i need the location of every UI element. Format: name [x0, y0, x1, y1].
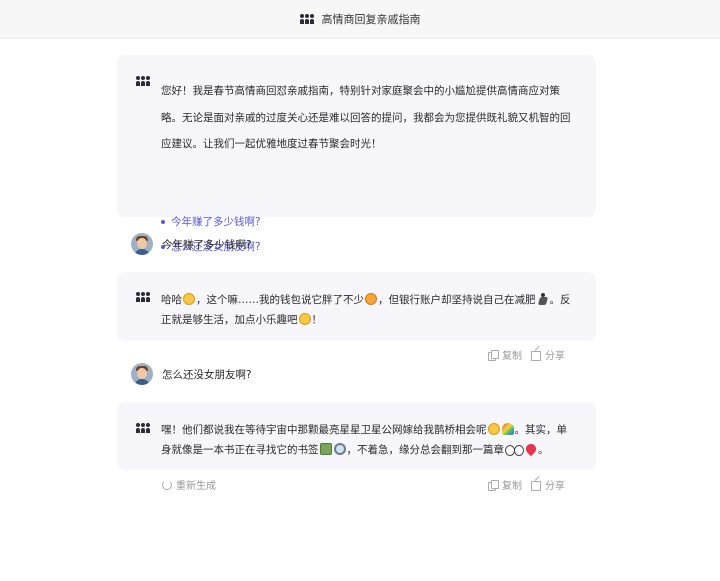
share-button[interactable]: 分享	[531, 477, 565, 492]
copy-button[interactable]: 复制	[488, 477, 522, 492]
bot-reply-text: 嘿！他们都说我在等待宇宙中那颗最亮星星卫星公网嫁给我鹊桥相会呢 。其实，单身就像是…	[161, 423, 567, 457]
share-button[interactable]: 分享	[531, 347, 565, 362]
regenerate-button[interactable]: 重新生成	[162, 477, 216, 492]
eyes-emoji	[505, 443, 524, 456]
copy-icon	[488, 349, 499, 361]
wink-emoji	[487, 423, 500, 435]
bot-avatar-icon	[136, 76, 150, 86]
page-title: 高情商回复亲戚指南	[321, 13, 421, 26]
smile-emoji	[183, 293, 195, 305]
bot-avatar-icon	[136, 423, 150, 433]
user-message: 怎么还没女朋友啊?	[131, 363, 252, 385]
suggestion-label: 今年赚了多少钱啊?	[171, 216, 261, 228]
share-icon	[531, 350, 541, 361]
share-icon	[531, 480, 541, 491]
user-message-text: 今年赚了多少钱啊?	[162, 238, 252, 251]
rainbow-emoji	[501, 423, 514, 435]
magnifier-emoji	[333, 443, 346, 455]
runner-emoji	[537, 293, 549, 305]
user-message-text: 怎么还没女朋友啊?	[162, 368, 252, 381]
bot-intro-card: 您好！我是春节高情商回怼亲戚指南，特别针对家庭聚会中的小尴尬提供高情商应对策略。…	[117, 55, 596, 253]
app-header: 高情商回复亲戚指南	[0, 0, 720, 39]
bot-reply-card: 嘿！他们都说我在等待宇宙中那颗最亮星星卫星公网嫁给我鹊桥相会呢 。其实，单身就像是…	[117, 402, 596, 470]
heart-emoji	[523, 441, 539, 457]
user-avatar	[131, 363, 153, 385]
bot-avatar-icon	[136, 292, 150, 302]
people-icon	[299, 14, 314, 24]
wink-emoji	[298, 313, 311, 325]
heart-eyes-emoji	[365, 293, 377, 305]
user-message: 今年赚了多少钱啊?	[131, 233, 252, 255]
bot-reply-text: 哈哈 ，这个嘛……我的钱包说它胖了不少 ，但银行账户却坚持说自己在减肥 。反正就是够生…	[161, 293, 571, 326]
intro-text: 您好！我是春节高情商回怼亲戚指南，特别针对家庭聚会中的小尴尬提供高情商应对策略。…	[161, 85, 571, 150]
copy-button[interactable]: 复制	[488, 347, 522, 362]
book-emoji	[319, 443, 332, 455]
copy-icon	[488, 479, 499, 491]
bullet-icon	[161, 219, 165, 224]
refresh-icon	[162, 479, 172, 490]
suggestion-item[interactable]: 今年赚了多少钱啊?	[161, 214, 261, 229]
bot-reply-card: 哈哈 ，这个嘛……我的钱包说它胖了不少 ，但银行账户却坚持说自己在减肥 。反正就是够生…	[117, 272, 596, 341]
user-avatar	[131, 233, 153, 255]
